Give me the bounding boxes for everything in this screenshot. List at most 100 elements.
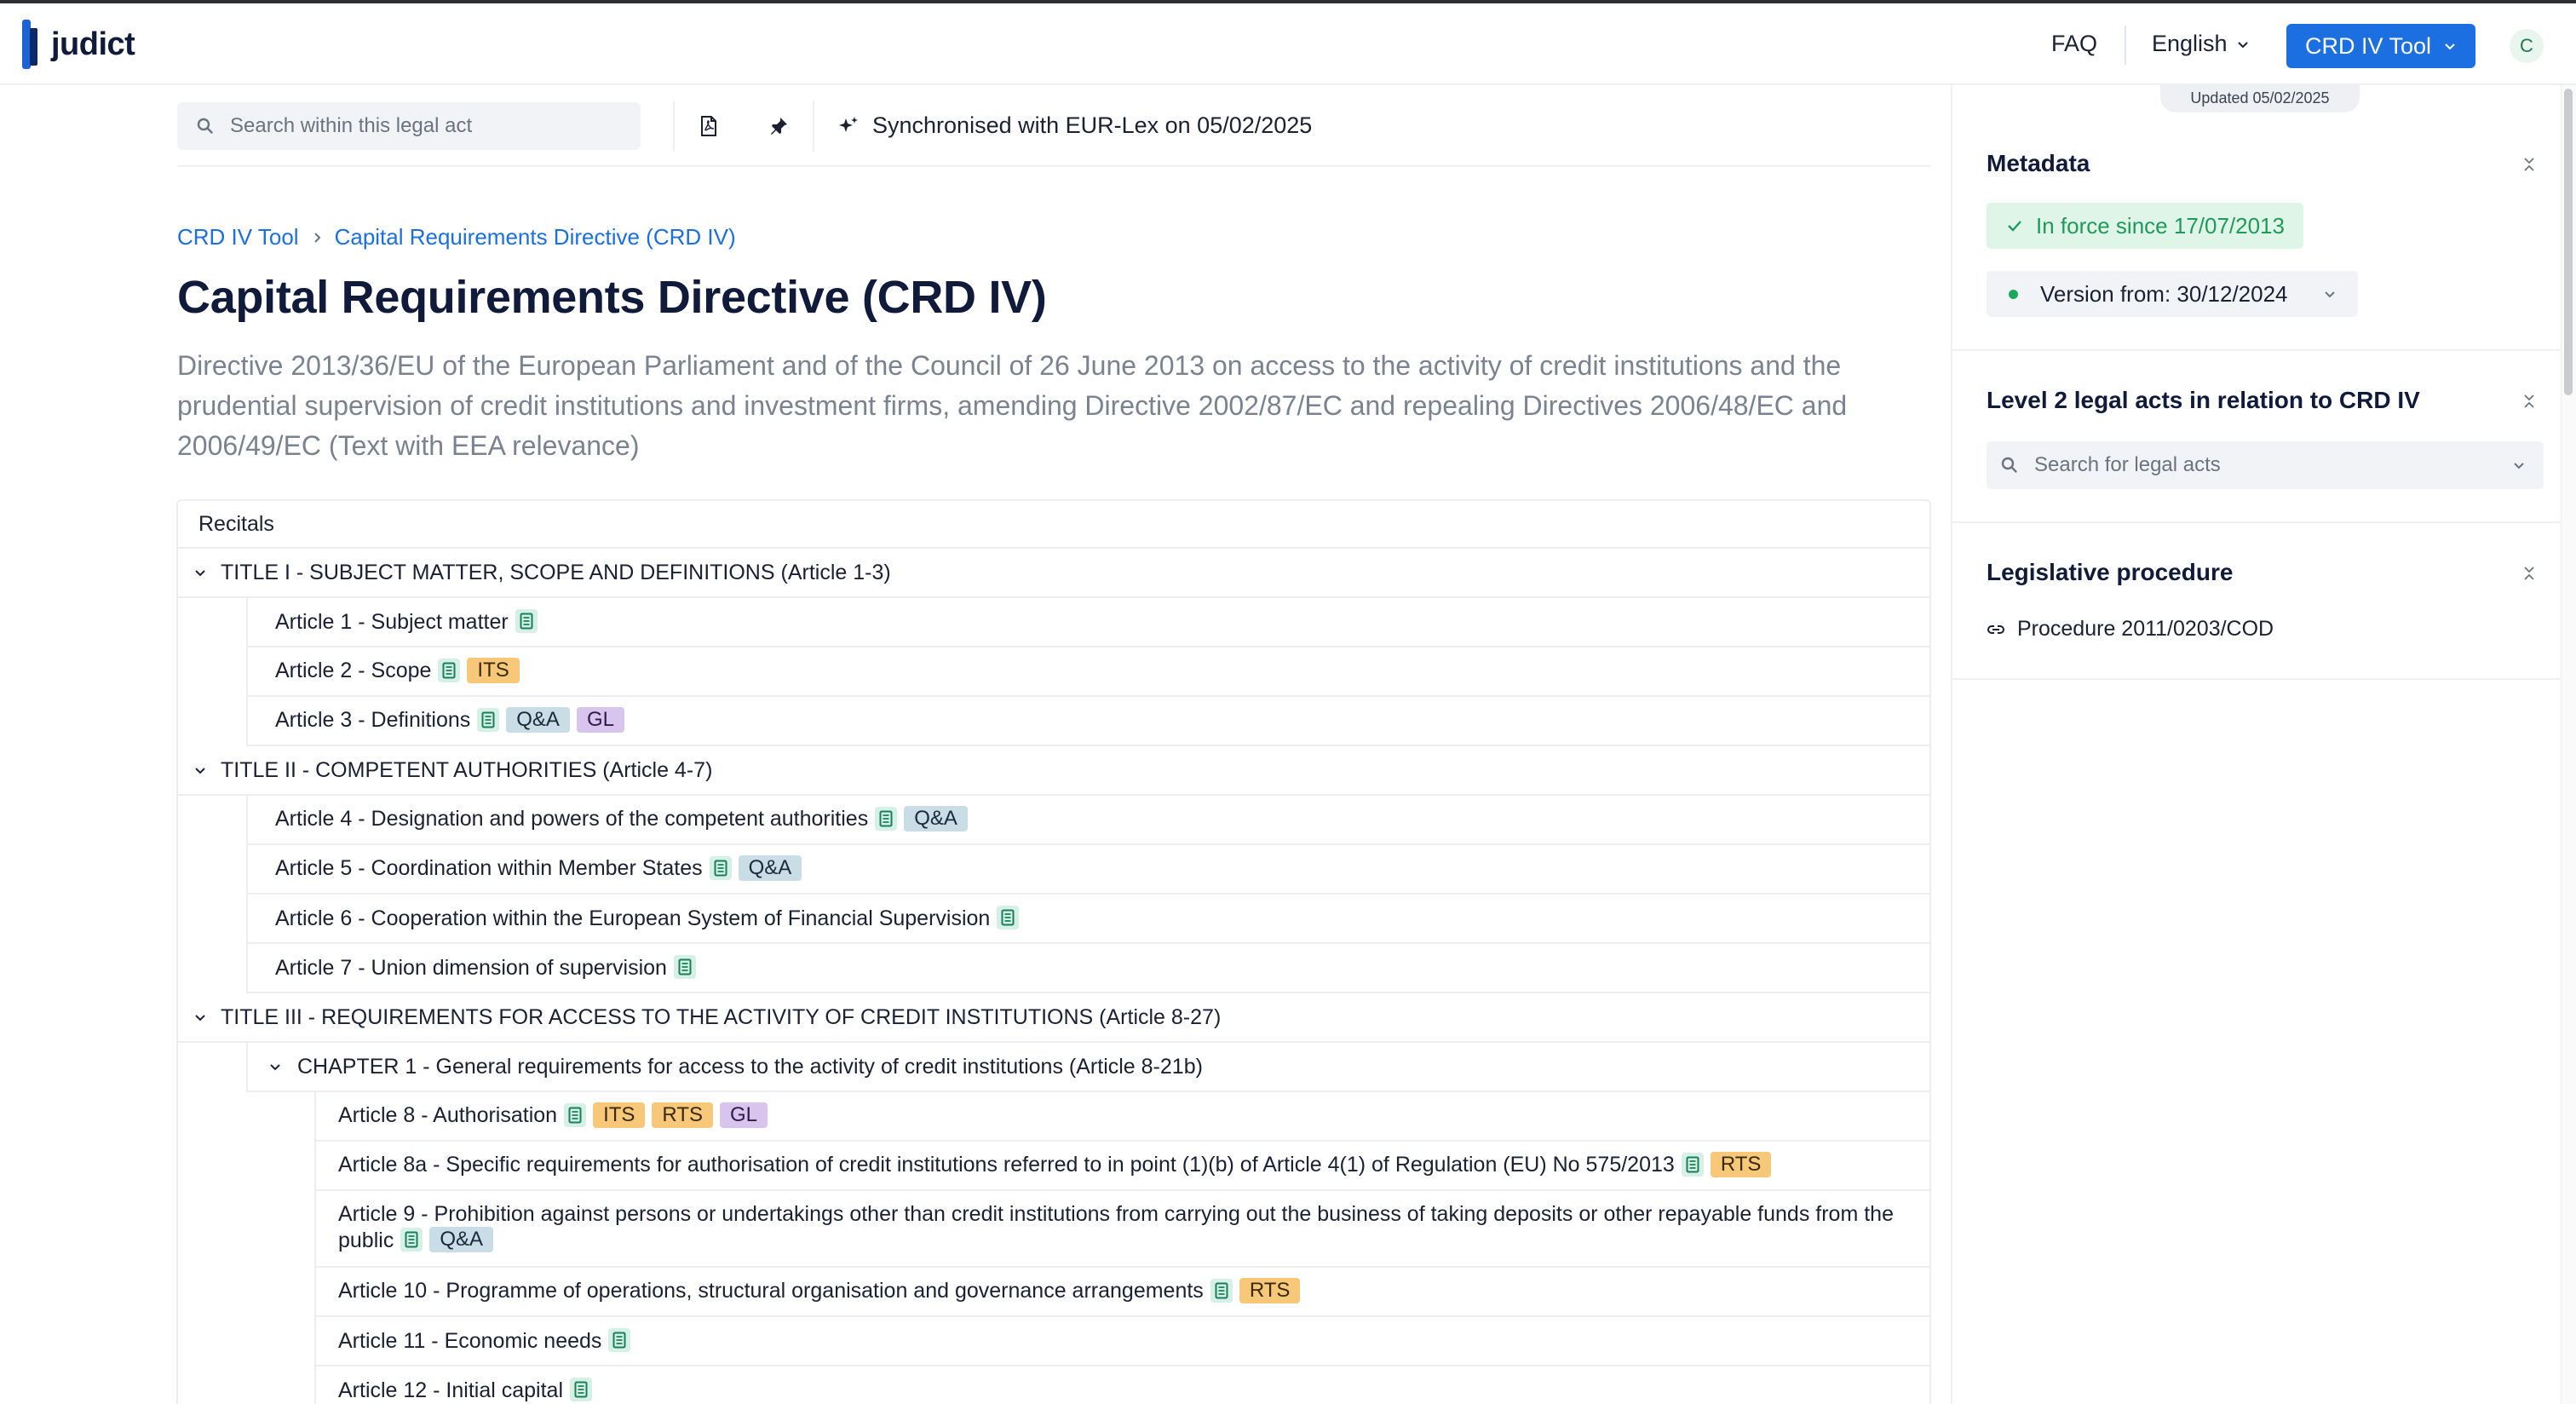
toc-article[interactable]: Article 10 - Programme of operations, st…: [314, 1268, 1929, 1317]
tag-rts[interactable]: RTS: [1239, 1277, 1301, 1303]
toc-article[interactable]: Article 2 - Scope ITS: [246, 647, 1929, 697]
page-subtitle: Directive 2013/36/EU of the European Par…: [177, 350, 1848, 461]
sync-status: Synchronised with EUR-Lex on 05/02/2025: [838, 112, 1312, 139]
legislative-procedure-title: Legislative procedure: [1987, 559, 2234, 585]
toolbar-divider: [673, 101, 675, 152]
document-icon[interactable]: [515, 608, 538, 633]
tag-qa[interactable]: Q&A: [506, 706, 570, 733]
legal-act-search-input[interactable]: [230, 114, 605, 138]
toc-title-range: (Article 4-7): [602, 757, 713, 782]
collapse-icon[interactable]: [2520, 392, 2539, 411]
chevron-down-icon[interactable]: [192, 762, 209, 779]
pdf-export-icon[interactable]: [695, 112, 722, 140]
language-label: English: [2152, 31, 2228, 56]
toc-title-label: TITLE III - REQUIREMENTS FOR ACCESS TO T…: [221, 1004, 1094, 1029]
toc-title-3[interactable]: TITLE III - REQUIREMENTS FOR ACCESS TO T…: [178, 993, 1929, 1043]
crd-iv-tool-button[interactable]: CRD IV Tool: [2286, 24, 2475, 68]
legal-act-search[interactable]: [177, 102, 641, 150]
toc-article[interactable]: Article 11 - Economic needs: [314, 1317, 1929, 1367]
legal-acts-search-input[interactable]: [2034, 453, 2511, 477]
tag-rts[interactable]: RTS: [1710, 1151, 1772, 1177]
chevron-right-icon: [313, 232, 320, 243]
document-icon[interactable]: [997, 905, 1020, 929]
scrollbar-thumb[interactable]: [2564, 89, 2573, 395]
breadcrumb-item-crd-iv-tool[interactable]: CRD IV Tool: [177, 224, 299, 250]
toc-article[interactable]: Article 3 - Definitions Q&A GL: [246, 697, 1929, 746]
toc-article[interactable]: Article 5 - Coordination within Member S…: [246, 845, 1929, 895]
toc-title-range: (Article 8-27): [1099, 1004, 1222, 1029]
table-of-contents: Recitals TITLE I - SUBJECT MATTER, SCOPE…: [176, 499, 1931, 1404]
article-label: Article 12 - Initial capital: [338, 1378, 564, 1402]
document-icon[interactable]: [400, 1228, 423, 1252]
tag-qa[interactable]: Q&A: [904, 805, 968, 831]
in-force-badge: In force since 17/07/2013: [1987, 203, 2303, 249]
pin-icon[interactable]: [765, 112, 792, 140]
logo-text: judict: [51, 26, 135, 62]
chevron-down-icon[interactable]: [267, 1058, 284, 1075]
tag-gl[interactable]: GL: [576, 706, 624, 733]
legal-acts-search[interactable]: [1987, 441, 2544, 489]
toc-recitals-label: Recitals: [198, 511, 274, 536]
toc-title-label: TITLE I - SUBJECT MATTER, SCOPE AND DEFI…: [221, 560, 775, 584]
document-icon[interactable]: [477, 707, 500, 732]
toc-article[interactable]: Article 8a - Specific requirements for a…: [314, 1142, 1929, 1191]
status-dot-icon: [2009, 289, 2018, 299]
search-icon: [2001, 457, 2017, 473]
document-icon[interactable]: [1681, 1152, 1704, 1177]
toc-recitals[interactable]: Recitals: [178, 501, 1929, 549]
tag-qa[interactable]: Q&A: [738, 854, 802, 881]
tag-its[interactable]: ITS: [593, 1102, 646, 1128]
document-icon[interactable]: [608, 1327, 631, 1352]
chevron-down-icon[interactable]: [2511, 457, 2527, 473]
chevron-down-icon: [2445, 43, 2455, 50]
judict-logo[interactable]: judict: [22, 19, 135, 70]
link-icon: [1987, 624, 2004, 634]
toc-article[interactable]: Article 8 - Authorisation ITS RTS GL: [314, 1092, 1929, 1142]
toc-article[interactable]: Article 6 - Cooperation within the Europ…: [246, 895, 1929, 944]
toc-title-1[interactable]: TITLE I - SUBJECT MATTER, SCOPE AND DEFI…: [178, 549, 1929, 598]
breadcrumb-item-crd-iv[interactable]: Capital Requirements Directive (CRD IV): [335, 224, 736, 250]
document-icon[interactable]: [673, 954, 696, 979]
sync-text: Synchronised with EUR-Lex on 05/02/2025: [872, 112, 1313, 138]
language-selector[interactable]: English: [2152, 31, 2250, 57]
document-icon[interactable]: [709, 855, 732, 880]
article-label: Article 9 - Prohibition against persons …: [338, 1202, 1894, 1252]
toc-article[interactable]: Article 7 - Union dimension of supervisi…: [246, 944, 1929, 993]
legislative-procedure-panel: Legislative procedure: [1951, 523, 2561, 680]
document-icon[interactable]: [564, 1102, 587, 1127]
collapse-icon[interactable]: [2520, 564, 2539, 583]
search-icon: [197, 118, 213, 134]
toc-title-range: (Article 1-3): [780, 560, 891, 584]
chevron-down-icon: [2324, 291, 2335, 298]
faq-link[interactable]: FAQ: [2051, 31, 2097, 57]
toc-title-2[interactable]: TITLE II - COMPETENT AUTHORITIES (Articl…: [178, 746, 1929, 796]
article-label: Article 8 - Authorisation: [338, 1103, 558, 1128]
toc-chapter-label: CHAPTER 1 - General requirements for acc…: [297, 1054, 1063, 1079]
chevron-down-icon[interactable]: [192, 564, 209, 581]
article-label: Article 6 - Cooperation within the Europ…: [275, 906, 991, 930]
toc-article[interactable]: Article 12 - Initial capital: [314, 1367, 1929, 1404]
toc-article[interactable]: Article 9 - Prohibition against persons …: [314, 1191, 1929, 1268]
level2-title: Level 2 legal acts in relation to CRD IV: [1987, 387, 2420, 413]
procedure-link[interactable]: Procedure 2011/0203/COD: [1987, 617, 2274, 642]
tag-qa[interactable]: Q&A: [429, 1227, 494, 1253]
document-icon[interactable]: [875, 806, 898, 831]
user-avatar[interactable]: C: [2510, 29, 2544, 63]
document-icon[interactable]: [438, 658, 461, 682]
chevron-down-icon[interactable]: [192, 1009, 209, 1026]
collapse-icon[interactable]: [2520, 155, 2539, 174]
tag-its[interactable]: ITS: [467, 657, 520, 683]
document-icon[interactable]: [570, 1377, 593, 1401]
sparkle-icon: [839, 116, 858, 132]
document-icon[interactable]: [1210, 1278, 1233, 1303]
toc-article[interactable]: Article 1 - Subject matter: [246, 598, 1929, 647]
metadata-title: Metadata: [1987, 150, 2090, 176]
toolbar-divider: [813, 101, 814, 152]
toc-chapter-1[interactable]: CHAPTER 1 - General requirements for acc…: [246, 1043, 1929, 1092]
toolbar-bottom-border: [177, 165, 1930, 167]
article-label: Article 4 - Designation and powers of th…: [275, 807, 869, 831]
version-selector[interactable]: Version from: 30/12/2024: [1987, 271, 2358, 317]
tag-gl[interactable]: GL: [720, 1102, 768, 1128]
tag-rts[interactable]: RTS: [652, 1102, 713, 1128]
toc-article[interactable]: Article 4 - Designation and powers of th…: [246, 796, 1929, 845]
